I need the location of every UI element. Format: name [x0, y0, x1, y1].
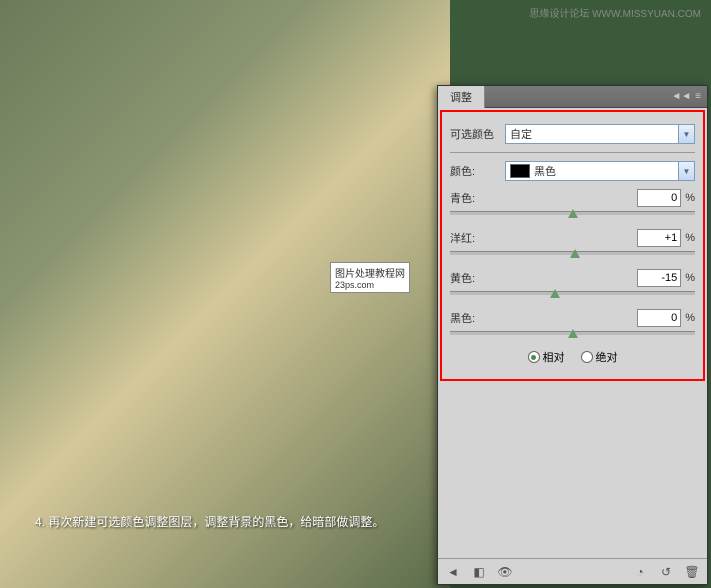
- chevron-down-icon: ▼: [678, 125, 694, 143]
- radio-relative[interactable]: 相对: [528, 349, 565, 365]
- tab-adjustments[interactable]: 调整: [438, 86, 485, 108]
- slider-label: 青色:: [450, 190, 637, 206]
- slider-row: 黑色: %: [450, 309, 695, 335]
- panel-menu-button[interactable]: ◄◄ ≡: [665, 91, 707, 102]
- reset-icon[interactable]: ↺: [657, 563, 675, 581]
- preset-row: 可选颜色 自定 ▼: [450, 124, 695, 144]
- divider: [450, 152, 695, 153]
- adjustments-panel: 调整 ◄◄ ≡ 可选颜色 自定 ▼ 颜色: 黑色 ▼: [437, 85, 708, 585]
- slider-track[interactable]: [450, 291, 695, 295]
- preset-label: 可选颜色: [450, 126, 505, 142]
- slider-thumb[interactable]: [570, 249, 580, 258]
- back-icon[interactable]: ◄: [444, 563, 462, 581]
- panel-tab-bar: 调整 ◄◄ ≡: [438, 86, 707, 108]
- color-row: 颜色: 黑色 ▼: [450, 161, 695, 181]
- slider-label: 洋红:: [450, 230, 637, 246]
- percent-label: %: [685, 192, 695, 204]
- radio-absolute[interactable]: 绝对: [581, 349, 618, 365]
- radio-relative-label: 相对: [543, 349, 565, 365]
- slider-value-input[interactable]: [637, 269, 681, 287]
- clip-icon[interactable]: ◔: [631, 563, 649, 581]
- watermark-site: 思缘设计论坛: [529, 9, 589, 20]
- panel-body: 可选颜色 自定 ▼ 颜色: 黑色 ▼ 青色: %: [438, 110, 707, 381]
- percent-label: %: [685, 272, 695, 284]
- slider-track[interactable]: [450, 331, 695, 335]
- panel-footer: ◄ ◧ 👁 ◔ ↺ 🗑: [438, 558, 707, 584]
- overlay-text: 图片处理教程网: [335, 265, 405, 280]
- color-value: 黑色: [534, 163, 556, 179]
- slider-label: 黑色:: [450, 310, 637, 326]
- highlighted-controls: 可选颜色 自定 ▼ 颜色: 黑色 ▼ 青色: %: [440, 110, 705, 381]
- center-overlay: 图片处理教程网 23ps.com: [330, 262, 410, 293]
- radio-circle: [581, 351, 593, 363]
- slider-track[interactable]: [450, 251, 695, 255]
- background-photo: [0, 0, 450, 588]
- menu-icon: ≡: [695, 91, 701, 102]
- watermark: 思缘设计论坛 WWW.MISSYUAN.COM: [529, 5, 701, 20]
- radio-dot: [531, 355, 536, 360]
- slider-value-input[interactable]: [637, 229, 681, 247]
- color-swatch-black: [510, 164, 530, 178]
- watermark-url: WWW.MISSYUAN.COM: [592, 9, 701, 20]
- percent-label: %: [685, 232, 695, 244]
- method-radio-group: 相对 绝对: [450, 349, 695, 365]
- slider-track[interactable]: [450, 211, 695, 215]
- slider-label: 黄色:: [450, 270, 637, 286]
- chevron-down-icon: ▼: [678, 162, 694, 180]
- color-label: 颜色:: [450, 163, 505, 179]
- slider-row: 洋红: %: [450, 229, 695, 255]
- layers-icon[interactable]: ◧: [470, 563, 488, 581]
- collapse-icon: ◄◄: [671, 91, 691, 102]
- slider-thumb[interactable]: [550, 289, 560, 298]
- overlay-subtext: 23ps.com: [335, 280, 405, 290]
- step-caption: 4. 再次新建可选颜色调整图层，调整背景的黑色，给暗部做调整。: [35, 513, 384, 530]
- percent-label: %: [685, 312, 695, 324]
- slider-thumb[interactable]: [568, 329, 578, 338]
- slider-thumb[interactable]: [568, 209, 578, 218]
- preset-dropdown[interactable]: 自定 ▼: [505, 124, 695, 144]
- trash-icon[interactable]: 🗑: [683, 563, 701, 581]
- radio-circle: [528, 351, 540, 363]
- radio-absolute-label: 绝对: [596, 349, 618, 365]
- slider-row: 黄色: %: [450, 269, 695, 295]
- preset-value: 自定: [510, 126, 532, 142]
- color-dropdown[interactable]: 黑色 ▼: [505, 161, 695, 181]
- visibility-icon[interactable]: 👁: [496, 563, 514, 581]
- slider-value-input[interactable]: [637, 189, 681, 207]
- slider-row: 青色: %: [450, 189, 695, 215]
- slider-value-input[interactable]: [637, 309, 681, 327]
